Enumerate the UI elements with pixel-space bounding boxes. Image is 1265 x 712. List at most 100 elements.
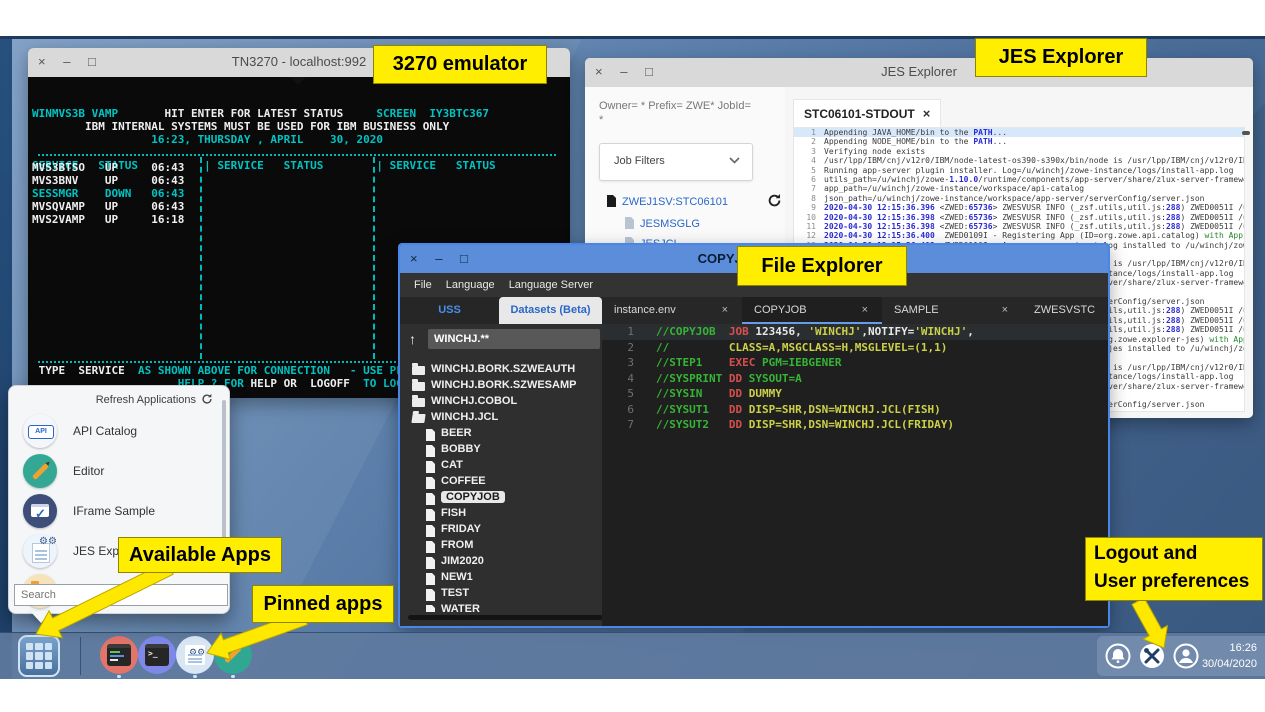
log-line: 7app_path=/u/winchj/zowe-instance/worksp… — [794, 184, 1244, 193]
start-menu-button[interactable] — [18, 635, 60, 677]
code-line: 3//STEP1 EXEC PGM=IEBGENER — [602, 355, 1108, 371]
tree-item-test[interactable]: TEST — [426, 587, 469, 603]
terminal-column-divider — [373, 157, 375, 359]
tree-item-bobby[interactable]: BOBBY — [426, 443, 481, 459]
tree-item-water[interactable]: WATER — [426, 603, 480, 612]
close-icon[interactable]: × — [722, 297, 728, 324]
grid-icon — [26, 643, 52, 669]
scrollbar[interactable] — [1242, 131, 1250, 135]
app-search-input[interactable] — [14, 584, 228, 606]
jes-spool-file[interactable]: JESMSGLG — [625, 215, 700, 233]
jes-window-title: JES Explorer — [585, 64, 1253, 79]
taskbar-clock: 16:26 30/04/2020 — [1202, 640, 1257, 672]
callout-available-apps: Available Apps — [118, 537, 282, 573]
log-line: 5Running app-server plugin installer. Lo… — [794, 166, 1244, 175]
log-line: 122020-04-30 12:15:36.400 ZWED0109I - Re… — [794, 231, 1244, 240]
menu-file[interactable]: File — [414, 273, 432, 297]
log-line: 4/usr/lpp/IBM/cnj/v12r0/IBM/node-latest-… — [794, 156, 1244, 165]
folder-icon — [411, 414, 425, 423]
close-icon[interactable]: × — [862, 297, 868, 324]
tree-item-winchj.bork.szweauth[interactable]: WINCHJ.BORK.SZWEAUTH — [412, 363, 575, 379]
terminal-line: MVS3BNV UP 06:43 — [32, 174, 184, 187]
tree-item-fish[interactable]: FISH — [426, 507, 466, 523]
refresh-icon[interactable] — [767, 193, 782, 208]
scrollbar[interactable] — [222, 400, 226, 548]
log-line: 1Appending JAVA_HOME/bin to the PATH... — [794, 128, 1244, 137]
editor-file-tabs: instance.env×COPYJOB×SAMPLE×ZWESVSTC× — [602, 297, 1108, 324]
editor-app-icon[interactable] — [214, 636, 252, 674]
file-tab-zwesvstc[interactable]: ZWESVSTC× — [1022, 297, 1108, 324]
job-filters-dropdown[interactable]: Job Filters — [599, 143, 753, 181]
code-editor[interactable]: 1//COPYJOB JOB 123456, 'WINCHJ',NOTIFY='… — [602, 324, 1108, 626]
terminal-line: MVSQVAMP UP 06:43 — [32, 200, 184, 213]
file-tab-sample[interactable]: SAMPLE× — [882, 297, 1022, 324]
file-tab-instance.env[interactable]: instance.env× — [602, 297, 742, 324]
terminal-line: MVS3BTSO UP 06:43 — [32, 161, 184, 174]
file-tab-copyjob[interactable]: COPYJOB× — [742, 297, 882, 324]
tree-item-winchj.jcl[interactable]: WINCHJ.JCL — [412, 411, 498, 427]
menu-language-server[interactable]: Language Server — [509, 273, 593, 297]
tree-item-copyjob[interactable]: COPYJOB — [426, 491, 505, 507]
file-icon — [426, 525, 435, 537]
code-line: 5//SYSIN DD DUMMY — [602, 386, 1108, 402]
app-item-iframe-sample[interactable]: ✓IFrame Sample — [19, 492, 209, 532]
file-explorer-app-icon[interactable] — [100, 636, 138, 674]
file-icon — [426, 477, 435, 489]
file-icon — [426, 573, 435, 585]
dataset-path-input[interactable] — [428, 329, 600, 349]
code-line: 2// CLASS=A,MSGCLASS=H,MSGLEVEL=(1,1) — [602, 340, 1108, 356]
user-avatar-icon[interactable] — [1173, 643, 1199, 669]
tree-item-winchj.cobol[interactable]: WINCHJ.COBOL — [412, 395, 517, 411]
menu-language[interactable]: Language — [446, 273, 495, 297]
terminal-line: WINMVS3B VAMP HIT ENTER FOR LATEST STATU… — [32, 107, 566, 120]
editor-sidebar: USS Datasets (Beta) ↑ WINCHJ.BORK.SZWEAU… — [400, 297, 602, 626]
callout-file-explorer: File Explorer — [737, 246, 907, 286]
folder-icon — [412, 382, 425, 391]
code-line: 6//SYSUT1 DD DISP=SHR,DSN=WINCHJ.JCL(FIS… — [602, 402, 1108, 418]
close-icon[interactable]: × — [923, 106, 931, 121]
file-icon — [426, 461, 435, 473]
slide-canvas: × – □ TN3270 - localhost:992 WINMVS3B VA… — [0, 0, 1265, 712]
refresh-applications-button[interactable]: Refresh Applications — [96, 393, 213, 406]
notifications-bell-icon[interactable] — [1105, 643, 1131, 669]
terminal-line: SESSMGR DOWN 06:43 — [32, 187, 184, 200]
callout-logout-preferences: Logout andUser preferences — [1085, 537, 1263, 601]
horizontal-scrollbar[interactable] — [408, 615, 603, 620]
jes-app-icon[interactable]: ⚙⚙ — [176, 636, 214, 674]
code-line: 4//SYSPRINT DD SYSOUT=A — [602, 371, 1108, 387]
dataset-tree: WINCHJ.BORK.SZWEAUTHWINCHJ.BORK.SZWESAMP… — [400, 361, 602, 612]
tree-item-jim2020[interactable]: JIM2020 — [426, 555, 484, 571]
tree-item-new1[interactable]: NEW1 — [426, 571, 473, 587]
terminal-line: TYPE SERVICE AS SHOWN ABOVE FOR CONNECTI… — [32, 364, 416, 377]
log-line: 112020-04-30 12:15:36.398 <ZWED:65736> Z… — [794, 222, 1244, 231]
tree-item-winchj.bork.szwesamp[interactable]: WINCHJ.BORK.SZWESAMP — [412, 379, 576, 395]
running-indicator — [117, 675, 121, 678]
file-icon — [426, 557, 435, 569]
file-icon — [426, 429, 435, 441]
jes-job-root[interactable]: ZWEJ1SV:STC06101 — [607, 193, 728, 211]
tree-item-coffee[interactable]: COFFEE — [426, 475, 486, 491]
jes-output-tab[interactable]: STC06101-STDOUT× — [793, 99, 941, 128]
terminal-line: MVS2VAMP UP 16:18 — [32, 213, 184, 226]
tree-item-friday[interactable]: FRIDAY — [426, 523, 481, 539]
log-line: 6utils_path=/u/winchj/zowe-1.10.0/runtim… — [794, 175, 1244, 184]
terminal-line: 16:23, THURSDAY , APRIL 30, 2020 — [32, 133, 566, 146]
tree-item-cat[interactable]: CAT — [426, 459, 463, 475]
document-icon — [625, 217, 634, 229]
up-arrow-icon[interactable]: ↑ — [409, 331, 416, 347]
app-item-editor[interactable]: Editor — [19, 452, 209, 492]
tree-item-from[interactable]: FROM — [426, 539, 473, 555]
app-item-api-catalog[interactable]: APIAPI Catalog — [19, 412, 209, 452]
terminal-app-icon[interactable]: >_ — [138, 636, 176, 674]
file-icon — [426, 445, 435, 457]
app-item-label: IFrame Sample — [73, 504, 155, 518]
tab-uss[interactable]: USS — [400, 297, 499, 324]
file-icon — [426, 509, 435, 521]
tree-item-beer[interactable]: BEER — [426, 427, 472, 443]
terminal-line: IBM INTERNAL SYSTEMS MUST BE USED FOR IB… — [32, 120, 566, 133]
jes-titlebar[interactable]: × – □ JES Explorer — [585, 58, 1253, 87]
close-icon[interactable]: × — [1002, 297, 1008, 324]
taskbar: >_⚙⚙ 16:26 — [0, 632, 1265, 679]
tab-datasets[interactable]: Datasets (Beta) — [499, 297, 602, 324]
settings-tools-icon[interactable] — [1139, 643, 1165, 669]
